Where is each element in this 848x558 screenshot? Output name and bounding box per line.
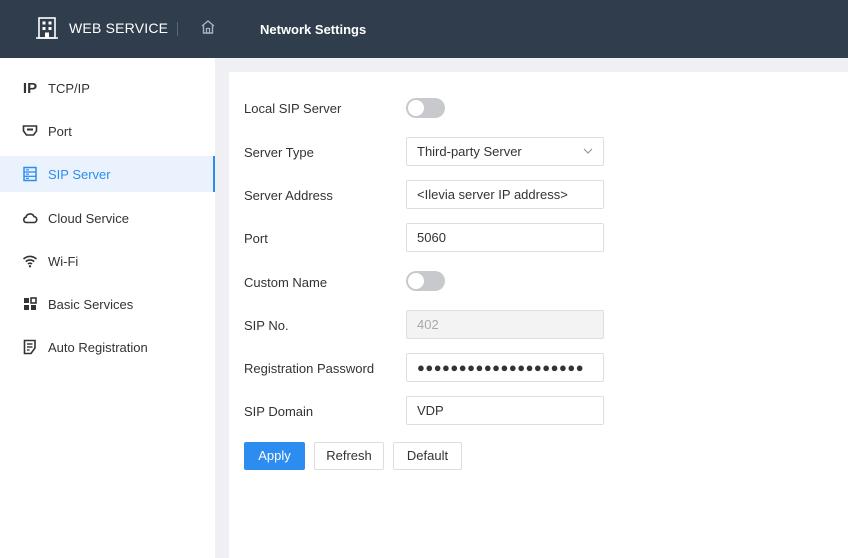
sip-settings-panel: Local SIP Server Server Type Third-party… (229, 72, 848, 558)
sidebar-item-port[interactable]: Port (0, 113, 215, 149)
sip-domain-label: SIP Domain (244, 404, 314, 419)
wifi-icon (22, 255, 38, 268)
sip-domain-input[interactable]: VDP (406, 396, 604, 425)
sidebar-item-label: Basic Services (48, 297, 134, 312)
ip-icon: IP (22, 79, 38, 97)
sidebar-item-label: Auto Registration (48, 340, 148, 355)
sidebar: IP TCP/IP Port SIP Server Cloud Service (0, 58, 215, 558)
sidebar-item-label: SIP Server (48, 167, 111, 182)
header-divider (177, 22, 178, 36)
server-address-label: Server Address (244, 188, 333, 203)
default-button[interactable]: Default (393, 442, 462, 470)
top-header: WEB SERVICE Network Settings (0, 0, 848, 58)
custom-name-toggle[interactable] (406, 271, 445, 291)
sidebar-item-label: Port (48, 124, 72, 139)
sidebar-item-label: Wi-Fi (48, 254, 79, 269)
chevron-down-icon (583, 148, 593, 154)
sidebar-item-basic-services[interactable]: Basic Services (0, 286, 215, 322)
cloud-icon (23, 213, 38, 224)
port-input[interactable]: 5060 (406, 223, 604, 252)
sidebar-item-cloud-service[interactable]: Cloud Service (0, 200, 215, 236)
registration-password-label: Registration Password (244, 361, 375, 376)
sip-no-label: SIP No. (244, 318, 289, 333)
grid-icon (24, 297, 37, 310)
server-type-value: Third-party Server (417, 144, 522, 159)
sip-no-input: 402 (406, 310, 604, 339)
server-type-select[interactable]: Third-party Server (406, 137, 604, 166)
brand-title: WEB SERVICE (69, 20, 169, 36)
port-label: Port (244, 231, 268, 246)
registration-password-input[interactable]: ●●●●●●●●●●●●●●●●●●●● (406, 353, 604, 382)
sidebar-item-tcpip[interactable]: IP TCP/IP (0, 70, 215, 106)
server-address-input[interactable]: <Ilevia server IP address> (406, 180, 604, 209)
sidebar-item-label: TCP/IP (48, 81, 90, 96)
port-icon (22, 125, 38, 136)
building-logo-icon (36, 17, 58, 39)
local-sip-server-label: Local SIP Server (244, 101, 342, 116)
page-title: Network Settings (260, 22, 367, 37)
server-type-label: Server Type (244, 145, 314, 160)
refresh-button[interactable]: Refresh (314, 442, 384, 470)
home-icon[interactable] (200, 19, 216, 35)
server-icon (23, 166, 37, 182)
registration-icon (23, 339, 36, 355)
local-sip-server-toggle[interactable] (406, 98, 445, 118)
sidebar-item-label: Cloud Service (48, 211, 129, 226)
sidebar-item-wifi[interactable]: Wi-Fi (0, 243, 215, 279)
sidebar-item-sip-server[interactable]: SIP Server (0, 156, 215, 192)
custom-name-label: Custom Name (244, 275, 328, 290)
apply-button[interactable]: Apply (244, 442, 305, 470)
sidebar-item-auto-registration[interactable]: Auto Registration (0, 329, 215, 365)
